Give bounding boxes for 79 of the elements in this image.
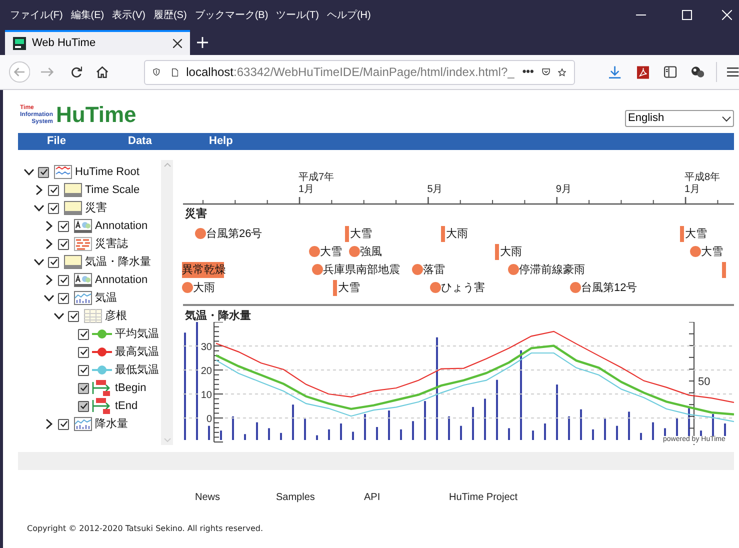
- chart-icon: [74, 417, 92, 431]
- event-label: 強風: [360, 245, 382, 260]
- url-host: localhost: [186, 64, 234, 81]
- menu-item[interactable]: Data: [128, 133, 156, 150]
- footer-link[interactable]: Samples: [276, 492, 315, 503]
- layer-title: 気温・降水量: [185, 308, 251, 324]
- annotation-icon: [74, 219, 92, 233]
- page-actions-button[interactable]: •••: [522, 64, 534, 80]
- close-tab-icon[interactable]: [173, 39, 182, 48]
- month-label: 5月: [427, 183, 443, 197]
- menu-item[interactable]: ブックマーク(B): [190, 8, 272, 22]
- menu-item[interactable]: ヘルプ(H): [322, 8, 375, 22]
- table-icon: [84, 309, 102, 323]
- axis-label: 50: [698, 376, 710, 388]
- from-to-icon: [92, 397, 112, 415]
- home-icon[interactable]: [96, 66, 110, 78]
- menu-icon[interactable]: [727, 67, 739, 77]
- event-label: 台風第12号: [581, 281, 638, 296]
- chart-icon: [74, 291, 92, 305]
- annotation-icon: [74, 273, 92, 287]
- event-label: 大雪: [338, 281, 360, 296]
- shield-icon[interactable]: [153, 66, 160, 78]
- download-icon[interactable]: [609, 66, 621, 78]
- menu-item[interactable]: 履歴(S): [149, 8, 191, 22]
- event-label: 大雪: [350, 227, 372, 242]
- caret-icon: [722, 116, 731, 122]
- month-label: 9月: [556, 183, 572, 197]
- sidebar-icon[interactable]: [664, 66, 677, 78]
- footer-link[interactable]: API: [364, 492, 380, 503]
- layer-icon: [64, 201, 82, 215]
- language-select[interactable]: English: [625, 110, 734, 127]
- event-label: ひょう害: [441, 280, 485, 296]
- app-favicon-icon: [13, 37, 26, 50]
- event-label: 大雨: [500, 245, 522, 260]
- menu-item[interactable]: ファイル(F): [6, 8, 67, 22]
- axis-label: 10: [200, 390, 212, 401]
- event-label: 台風第26号: [206, 227, 262, 242]
- address-bar[interactable]: localhost:63342/WebHuTimeIDE/MainPage/html/index.html?_ •••: [144, 60, 576, 84]
- menu-item[interactable]: 編集(E): [66, 8, 108, 22]
- axis-label: 20: [200, 366, 212, 377]
- star-icon[interactable]: [558, 66, 566, 78]
- menu-item[interactable]: File: [47, 133, 75, 150]
- footer-link[interactable]: News: [195, 492, 220, 503]
- era-label: 平成8年: [684, 170, 720, 184]
- from-to-icon: [92, 379, 112, 397]
- month-label: 1月: [684, 183, 700, 197]
- event-label: 大雨: [193, 281, 215, 296]
- layer-icon: [64, 255, 82, 269]
- copyright-text: Copyright © 2012-2020 Tatsuki Sekino. All rights reserved.: [27, 523, 264, 535]
- extension-icon[interactable]: [690, 66, 704, 78]
- menu-item[interactable]: 表示(V): [108, 8, 150, 22]
- url-path: :63342/WebHuTimeIDE/MainPage/html/index.html?_: [234, 64, 514, 81]
- records-icon: [74, 237, 92, 251]
- new-tab-icon[interactable]: [197, 37, 208, 48]
- footer-link[interactable]: HuTime Project: [449, 492, 518, 503]
- event-label: 落雷: [423, 263, 445, 278]
- axis-label: 30: [200, 342, 212, 353]
- page-icon: [172, 66, 178, 78]
- tab-title: Web HuTime: [32, 36, 97, 52]
- pdf-icon[interactable]: [636, 66, 650, 78]
- layer-icon: [64, 183, 82, 197]
- close-icon[interactable]: [722, 10, 732, 20]
- event-label: 大雪: [701, 245, 723, 260]
- menu-item[interactable]: ツール(T): [272, 8, 323, 22]
- maximize-icon[interactable]: [682, 10, 692, 20]
- layers-icon: [54, 165, 72, 179]
- event-label: 大雨: [446, 227, 468, 242]
- menu-item[interactable]: Help: [209, 133, 237, 150]
- pocket-icon[interactable]: [542, 66, 550, 78]
- layer-title: 災害: [185, 206, 207, 222]
- browser-tab[interactable]: Web HuTime: [5, 30, 190, 55]
- event-label: 大雪: [320, 245, 342, 260]
- month-label: 1月: [298, 183, 314, 197]
- event-label: 兵庫県南部地震: [323, 262, 400, 278]
- reload-icon[interactable]: [70, 66, 82, 78]
- axis-label: 0: [206, 414, 212, 425]
- era-label: 平成7年: [298, 170, 334, 184]
- event-label: 停滞前線豪雨: [519, 263, 585, 278]
- event-label: 大雪: [685, 227, 707, 242]
